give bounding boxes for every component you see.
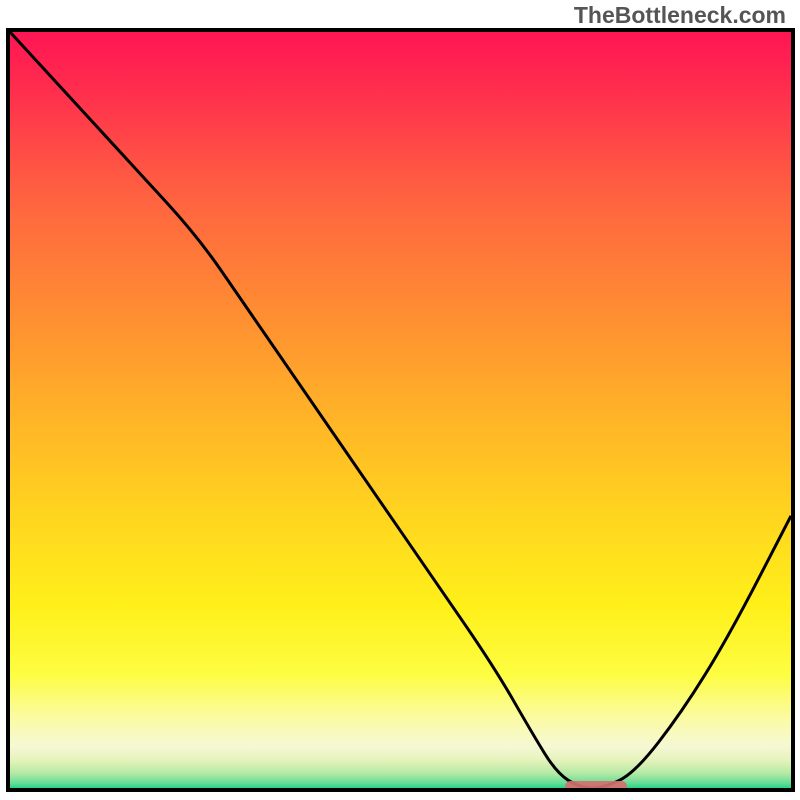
bottleneck-curve <box>10 32 791 788</box>
plot-frame <box>6 28 795 792</box>
chart-container: TheBottleneck.com <box>0 0 800 800</box>
minimum-marker <box>565 781 627 792</box>
watermark-text: TheBottleneck.com <box>574 2 786 29</box>
curve-layer <box>10 32 791 788</box>
